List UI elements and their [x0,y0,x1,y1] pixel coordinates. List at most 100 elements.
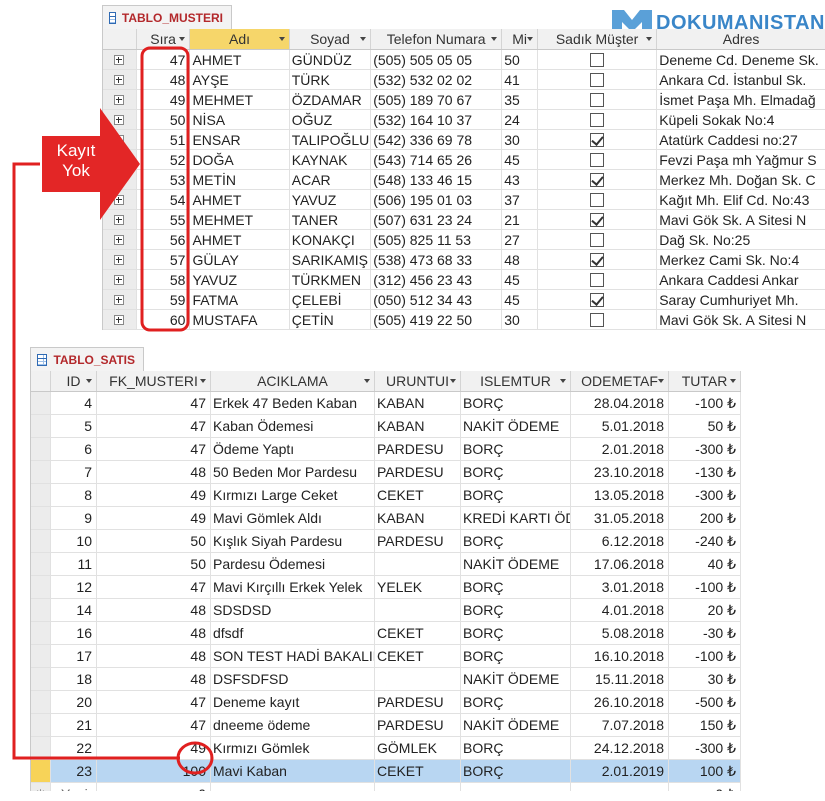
cell-sira[interactable]: 57 [137,250,191,269]
cell-islemtur[interactable]: BORÇ [461,461,571,483]
cell-adi[interactable]: AHMET [190,230,290,249]
cell-telefon[interactable]: (532) 164 10 37 [371,110,503,129]
cell-uruntui[interactable] [375,599,461,621]
cell-sadik[interactable] [538,90,658,109]
tab-tablo-musteri[interactable]: TABLO_MUSTERI [102,5,232,29]
cell-islemtur[interactable]: BORÇ [461,438,571,460]
row-selector[interactable] [103,170,137,189]
table-row[interactable]: 18 48 DSFSDFSD NAKİT ÖDEME 15.11.2018 30 ₺ [31,668,741,691]
cell-odemetar[interactable]: 17.06.2018 [571,553,669,575]
cell-tutar[interactable]: -300 ₺ [669,484,741,506]
cell-fk-musteri[interactable]: 48 [97,645,211,667]
table-row[interactable]: 58 YAVUZ TÜRKMEN (312) 456 23 43 45 Ankara Ca… [103,270,825,290]
row-selector[interactable] [103,150,137,169]
cell-islemtur[interactable]: BORÇ [461,645,571,667]
cell-uruntui[interactable]: CEKET [375,760,461,782]
cell-fk-musteri[interactable]: 47 [97,714,211,736]
cell-sira[interactable]: 48 [137,70,191,89]
cell-islemtur[interactable]: NAKİT ÖDEME [461,714,571,736]
cell-id[interactable]: 14 [51,599,97,621]
cell-id[interactable]: 12 [51,576,97,598]
cell-id[interactable]: 8 [51,484,97,506]
table-row[interactable]: 16 48 dfsdf CEKET BORÇ 5.08.2018 -30 ₺ [31,622,741,645]
row-selector-header[interactable] [31,371,51,391]
col-uruntui[interactable]: URUNTUI [375,371,461,391]
table-row[interactable]: 9 49 Mavi Gömlek Aldı KABAN KREDİ KARTI ÖD 31… [31,507,741,530]
col-adres[interactable]: Adres [657,29,825,49]
cell-id[interactable]: 18 [51,668,97,690]
cell-islemtur[interactable]: BORÇ [461,530,571,552]
row-selector[interactable] [31,461,51,483]
expand-icon[interactable] [114,314,125,325]
cell-sadik[interactable] [538,50,658,69]
cell-mi[interactable]: 27 [502,230,539,249]
cell-tutar[interactable]: 100 ₺ [669,760,741,782]
table-row[interactable]: 55 MEHMET TANER (507) 631 23 24 21 Mavi Gök S… [103,210,825,230]
cell-soyad[interactable]: ÇETİN [290,310,372,329]
row-selector[interactable] [31,438,51,460]
cell-aciklama[interactable]: Kışlık Siyah Pardesu [211,530,375,552]
cell-adres[interactable]: Ankara Cd. İstanbul Sk. [657,70,825,89]
cell-odemetar[interactable]: 2.01.2018 [571,438,669,460]
cell-uruntui[interactable] [375,553,461,575]
cell-soyad[interactable]: TANER [290,210,372,229]
cell-tutar[interactable]: -300 ₺ [669,737,741,759]
cell-adres[interactable]: Fevzi Paşa mh Yağmur S [657,150,825,169]
row-selector[interactable] [31,645,51,667]
cell-fk-musteri[interactable]: 48 [97,622,211,644]
cell-soyad[interactable]: TÜRKMEN [290,270,372,289]
cell-tutar[interactable]: -300 ₺ [669,438,741,460]
cell-aciklama[interactable]: SON TEST HADİ BAKALIM [211,645,375,667]
cell-odemetar[interactable]: 6.12.2018 [571,530,669,552]
table-row[interactable]: 22 49 Kırmızı Gömlek GÖMLEK BORÇ 24.12.2018 -3… [31,737,741,760]
cell-aciklama[interactable]: Mavi Kaban [211,760,375,782]
table-row[interactable]: 60 MUSTAFA ÇETİN (505) 419 22 50 30 Mavi Gök … [103,310,825,330]
cell-adi[interactable]: FATMA [190,290,290,309]
cell-sadik[interactable] [538,170,658,189]
cell-adi[interactable]: MEHMET [190,210,290,229]
cell-uruntui[interactable] [375,783,461,791]
cell-uruntui[interactable]: CEKET [375,645,461,667]
table-row[interactable]: 57 GÜLAY SARIKAMIŞ (538) 473 68 33 48 Merkez … [103,250,825,270]
cell-adi[interactable]: AYŞE [190,70,290,89]
cell-aciklama[interactable]: Ödeme Yaptı [211,438,375,460]
expand-icon[interactable] [114,174,125,185]
checkbox[interactable] [590,172,605,187]
cell-sadik[interactable] [538,210,658,229]
cell-mi[interactable]: 30 [502,310,539,329]
cell-uruntui[interactable]: GÖMLEK [375,737,461,759]
row-selector[interactable] [103,90,137,109]
cell-fk-musteri[interactable]: 48 [97,461,211,483]
cell-tutar[interactable]: 20 ₺ [669,599,741,621]
col-sadik[interactable]: Sadık Müşter [538,29,658,49]
cell-tutar[interactable]: -30 ₺ [669,622,741,644]
new-record-row[interactable]: ✳Yeni0 0 ₺ [31,783,741,791]
cell-soyad[interactable]: KONAKÇI [290,230,372,249]
cell-islemtur[interactable]: BORÇ [461,691,571,713]
cell-uruntui[interactable]: CEKET [375,484,461,506]
cell-telefon[interactable]: (505) 189 70 67 [371,90,503,109]
cell-sira[interactable]: 54 [137,190,191,209]
row-selector[interactable] [31,622,51,644]
cell-adres[interactable]: Kağıt Mh. Elif Cd. No:43 [657,190,825,209]
col-sira[interactable]: Sıra [137,29,191,49]
cell-soyad[interactable]: ACAR [290,170,372,189]
cell-sadik[interactable] [538,110,658,129]
table-row[interactable]: 47 AHMET GÜNDÜZ (505) 505 05 05 50 Deneme Cd.… [103,50,825,70]
cell-adi[interactable]: MUSTAFA [190,310,290,329]
expand-icon[interactable] [114,74,125,85]
cell-soyad[interactable]: TALIPOĞLU [290,130,372,149]
cell-fk-musteri[interactable]: 47 [97,576,211,598]
cell-sadik[interactable] [538,70,658,89]
cell-soyad[interactable]: OĞUZ [290,110,372,129]
cell-id[interactable]: 23 [51,760,97,782]
cell-aciklama[interactable]: Deneme kayıt [211,691,375,713]
cell-tutar[interactable]: 200 ₺ [669,507,741,529]
cell-adi[interactable]: YAVUZ [190,270,290,289]
cell-telefon[interactable]: (505) 419 22 50 [371,310,503,329]
cell-odemetar[interactable]: 7.07.2018 [571,714,669,736]
row-selector-header[interactable] [103,29,137,49]
cell-adres[interactable]: İsmet Paşa Mh. Elmadağ [657,90,825,109]
checkbox[interactable] [590,112,605,127]
cell-uruntui[interactable]: PARDESU [375,438,461,460]
